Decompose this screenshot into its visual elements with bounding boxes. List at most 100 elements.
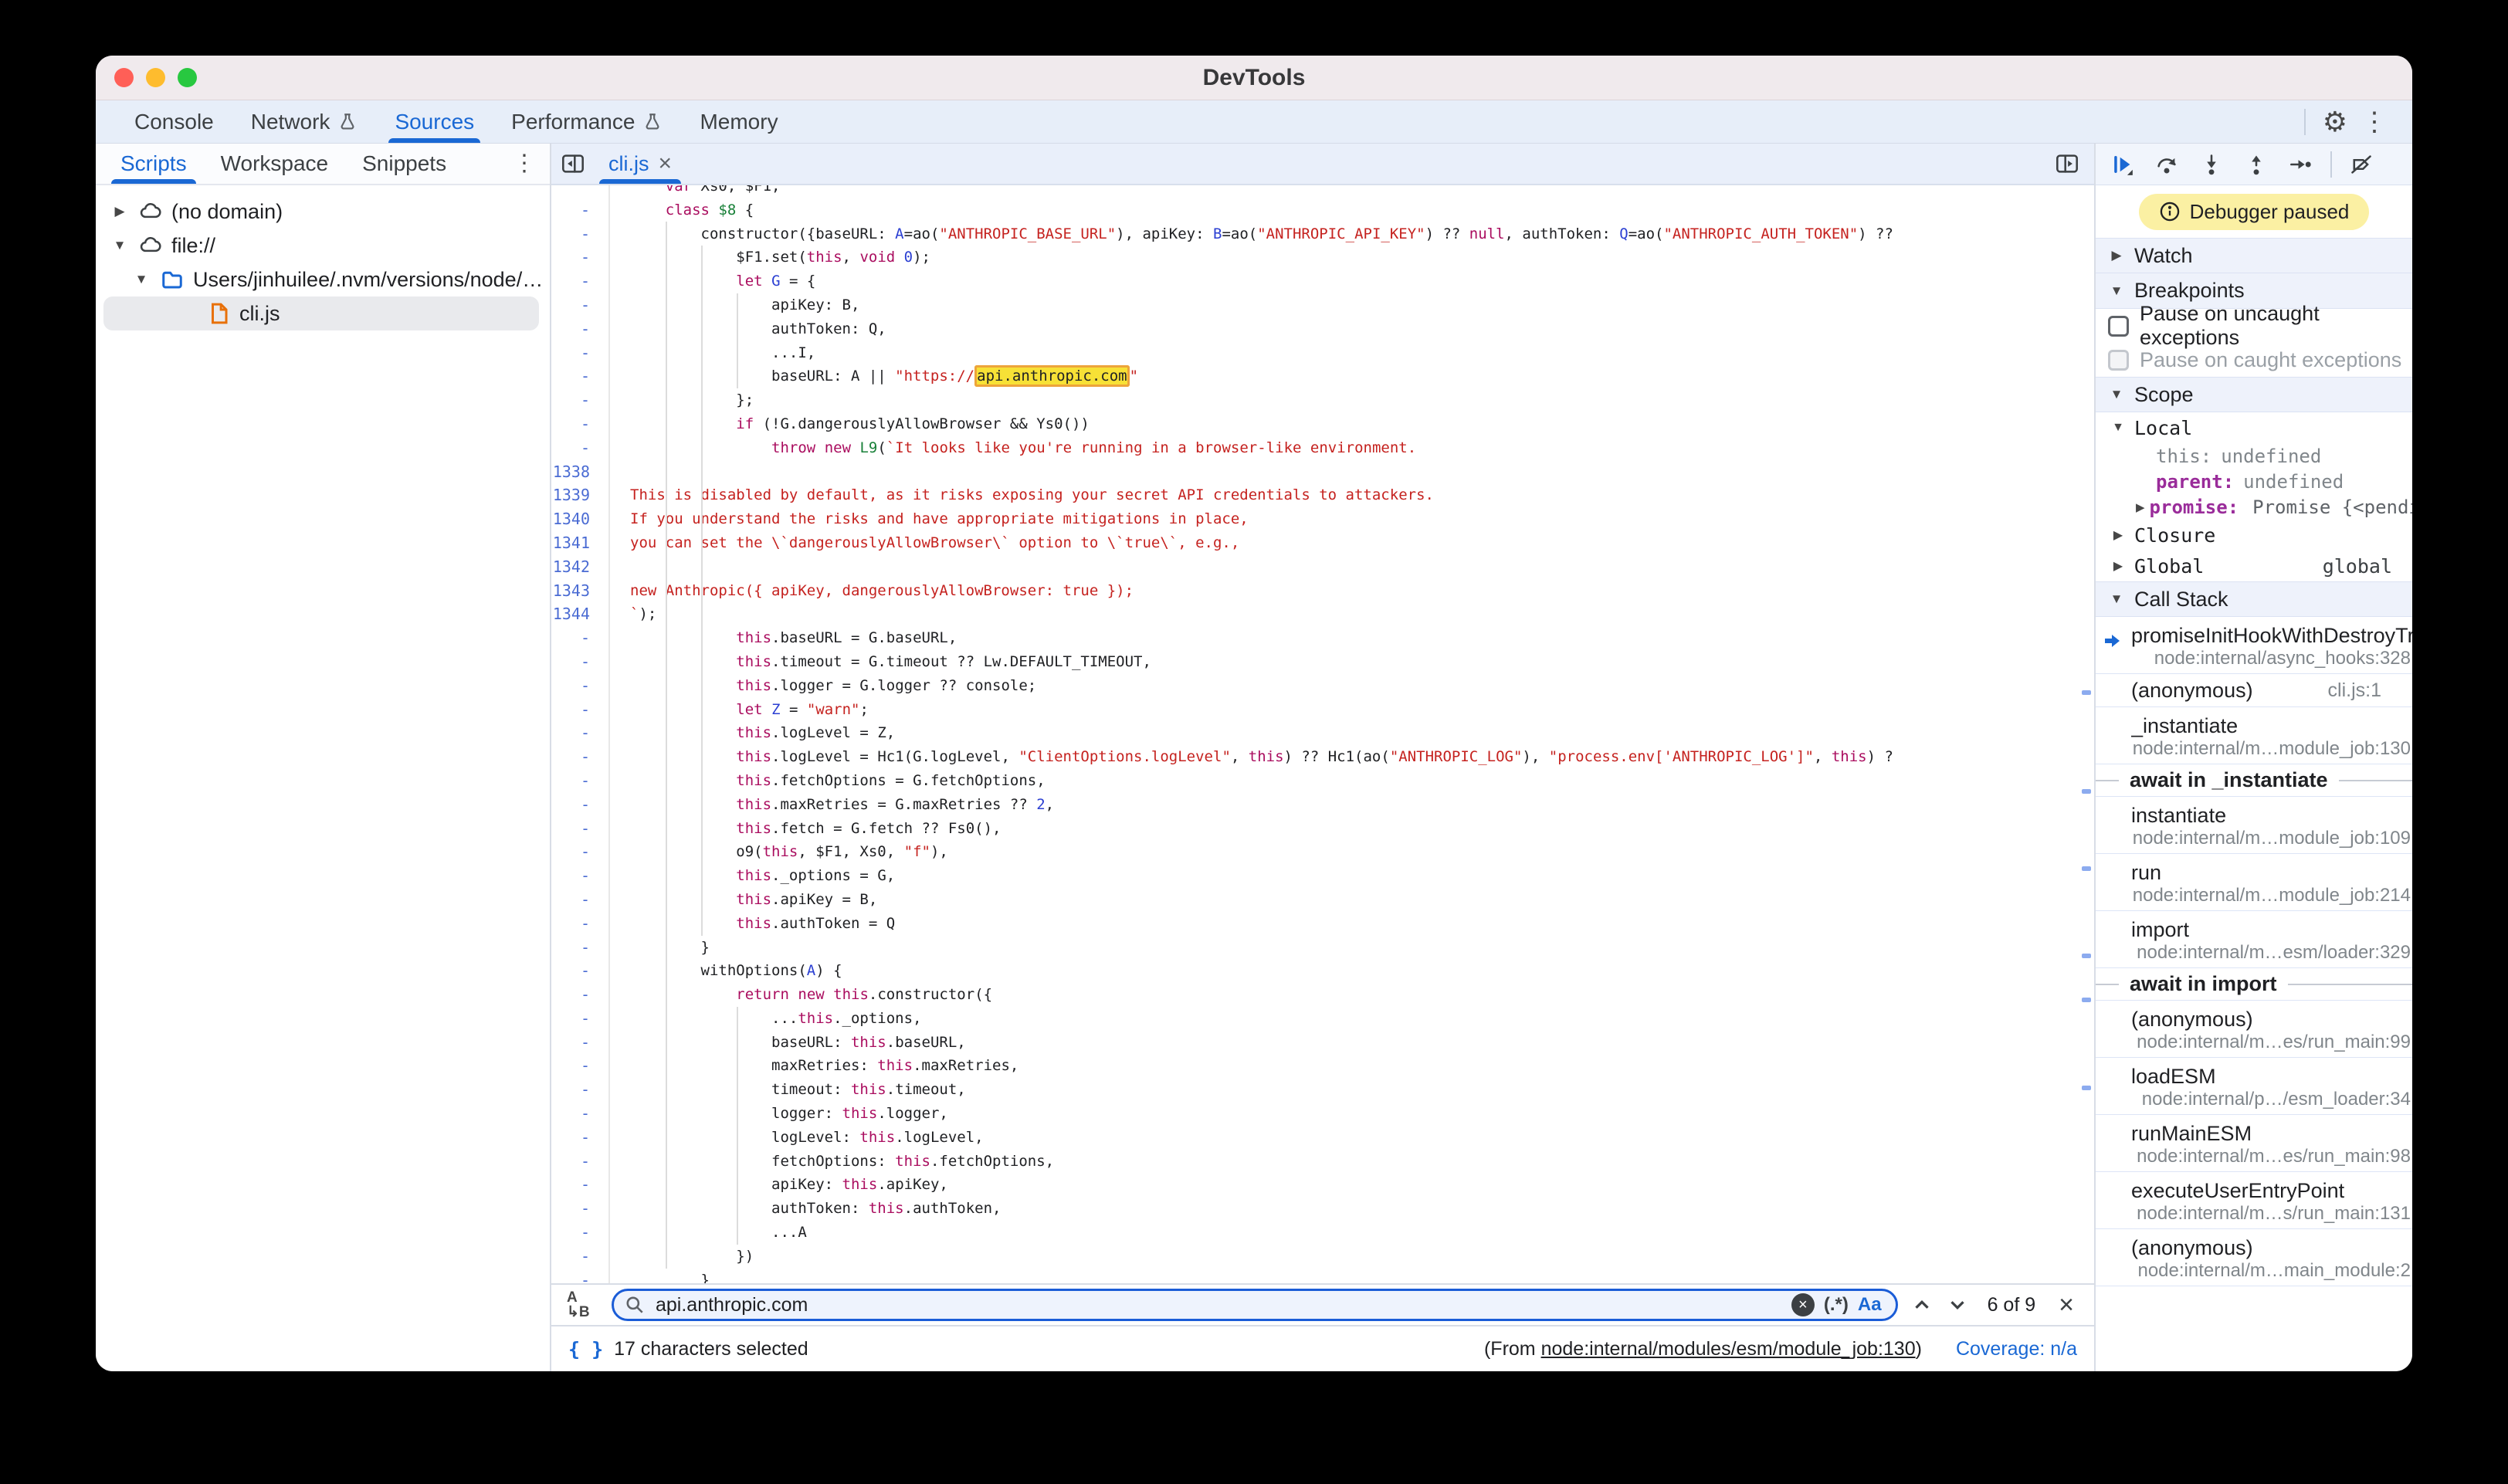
previous-match-icon[interactable] (1910, 1293, 1934, 1316)
tab-memory[interactable]: Memory (681, 100, 796, 143)
line-gutter[interactable]: 1342 (551, 555, 610, 579)
chevron-down-icon[interactable]: ▼ (110, 238, 130, 253)
breakpoint-option[interactable]: Pause on caught exceptions (2096, 343, 2412, 377)
callstack-frame[interactable]: importnode:internal/m…esm/loader:329 (2096, 911, 2412, 968)
step-into-button[interactable] (2191, 147, 2232, 181)
code-line[interactable]: 1342 (551, 555, 2094, 579)
code-line[interactable]: - logger: this.logger, (551, 1102, 2094, 1126)
code-line[interactable]: - ...this._options, (551, 1007, 2094, 1031)
code-line[interactable]: - this.logLevel = Hc1(G.logLevel, "Clien… (551, 745, 2094, 769)
main-menu-kebab-icon[interactable]: ⋮ (2354, 109, 2395, 135)
line-gutter[interactable]: - (551, 317, 610, 341)
code-line[interactable]: 1340If you understand the risks and have… (551, 507, 2094, 531)
code-line[interactable]: var Xs0, $F1; (551, 185, 2094, 198)
tab-console[interactable]: Console (116, 100, 232, 143)
line-gutter[interactable]: - (551, 1007, 610, 1031)
callstack-frame[interactable]: (anonymous)node:internal/m…main_module:2 (2096, 1229, 2412, 1286)
scope-property-this[interactable]: this:undefined (2096, 443, 2412, 469)
resume-script-button[interactable] (2102, 147, 2142, 181)
line-gutter[interactable]: - (551, 912, 610, 936)
callstack-frame[interactable]: promiseInitHookWithDestroyTr…node:intern… (2096, 617, 2412, 674)
code-line[interactable]: - apiKey: this.apiKey, (551, 1173, 2094, 1197)
line-gutter[interactable]: 1338 (551, 460, 610, 484)
watch-section-header[interactable]: ▶ Watch (2096, 238, 2412, 273)
line-gutter[interactable] (551, 185, 610, 198)
editor-tab-clijs[interactable]: cli.js × (595, 144, 686, 184)
toggle-debugger-sidebar-icon[interactable] (2051, 152, 2094, 175)
search-field[interactable]: × (.*) Aa (612, 1289, 1898, 1321)
callstack-frame[interactable]: runnode:internal/m…module_job:214 (2096, 854, 2412, 911)
code-line[interactable]: - $F1.set(this, void 0); (551, 246, 2094, 269)
callstack-frame[interactable]: runMainESMnode:internal/m…es/run_main:98 (2096, 1115, 2412, 1172)
code-line[interactable]: - } (551, 1269, 2094, 1283)
code-line[interactable]: - fetchOptions: this.fetchOptions, (551, 1150, 2094, 1174)
line-gutter[interactable]: 1341 (551, 531, 610, 555)
settings-gear-icon[interactable]: ⚙ (2323, 108, 2347, 136)
step-button[interactable] (2281, 147, 2321, 181)
line-gutter[interactable]: 1339 (551, 483, 610, 507)
code-line[interactable]: - withOptions(A) { (551, 959, 2094, 983)
code-line[interactable]: - apiKey: B, (551, 293, 2094, 317)
line-gutter[interactable]: 1344 (551, 602, 610, 626)
line-gutter[interactable]: - (551, 293, 610, 317)
line-gutter[interactable]: - (551, 246, 610, 269)
line-gutter[interactable]: - (551, 1031, 610, 1055)
scope-group-global[interactable]: ▶Globalglobal (2096, 551, 2412, 581)
line-gutter[interactable]: - (551, 388, 610, 412)
step-over-button[interactable] (2147, 147, 2187, 181)
step-out-button[interactable] (2236, 147, 2276, 181)
code-line[interactable]: - class $8 { (551, 198, 2094, 222)
code-line[interactable]: - baseURL: A || "https://api.anthropic.c… (551, 364, 2094, 388)
line-gutter[interactable]: - (551, 864, 610, 888)
source-origin-link[interactable]: node:internal/modules/esm/module_job:130 (1541, 1338, 1916, 1360)
callstack-frame[interactable]: executeUserEntryPointnode:internal/m…s/r… (2096, 1172, 2412, 1229)
code-line[interactable]: - logLevel: this.logLevel, (551, 1126, 2094, 1150)
line-gutter[interactable]: - (551, 1150, 610, 1174)
chevron-down-icon[interactable]: ▼ (131, 272, 151, 287)
code-line[interactable]: - } (551, 936, 2094, 960)
line-gutter[interactable]: - (551, 1221, 610, 1245)
code-line[interactable]: - o9(this, $F1, Xs0, "f"), (551, 840, 2094, 864)
code-line[interactable]: - timeout: this.timeout, (551, 1078, 2094, 1102)
line-gutter[interactable]: - (551, 959, 610, 983)
tab-performance[interactable]: Performance (493, 100, 681, 143)
navigator-tab-snippets[interactable]: Snippets (345, 144, 463, 184)
line-gutter[interactable]: - (551, 769, 610, 793)
code-line[interactable]: - this.timeout = G.timeout ?? Lw.DEFAULT… (551, 650, 2094, 674)
line-gutter[interactable]: - (551, 650, 610, 674)
code-line[interactable]: - ...A (551, 1221, 2094, 1245)
code-line[interactable]: - this.fetchOptions = G.fetchOptions, (551, 769, 2094, 793)
navigator-tab-workspace[interactable]: Workspace (204, 144, 346, 184)
code-line[interactable]: 1339This is disabled by default, as it r… (551, 483, 2094, 507)
callstack-frame[interactable]: (anonymous)cli.js:1 (2096, 674, 2412, 707)
line-gutter[interactable]: - (551, 840, 610, 864)
code-line[interactable]: - baseURL: this.baseURL, (551, 1031, 2094, 1055)
call-stack-section-header[interactable]: ▼ Call Stack (2096, 581, 2412, 617)
line-gutter[interactable]: 1340 (551, 507, 610, 531)
line-gutter[interactable]: - (551, 888, 610, 912)
scope-property-parent[interactable]: parent:undefined (2096, 469, 2412, 494)
search-input[interactable] (654, 1293, 1782, 1317)
line-gutter[interactable]: - (551, 222, 610, 246)
code-line[interactable]: - this.baseURL = G.baseURL, (551, 626, 2094, 650)
line-gutter[interactable]: - (551, 793, 610, 817)
hide-navigator-icon[interactable] (551, 152, 595, 175)
code-line[interactable]: - this.logger = G.logger ?? console; (551, 674, 2094, 698)
close-find-bar-icon[interactable]: × (2054, 1290, 2079, 1320)
code-line[interactable]: - this.maxRetries = G.maxRetries ?? 2, (551, 793, 2094, 817)
code-line[interactable]: - return new this.constructor({ (551, 983, 2094, 1007)
code-line[interactable]: 1344`); (551, 602, 2094, 626)
tree-item-cli-js[interactable]: cli.js (103, 296, 539, 330)
code-line[interactable]: - if (!G.dangerouslyAllowBrowser && Ys0(… (551, 412, 2094, 436)
line-gutter[interactable]: - (551, 1245, 610, 1269)
line-gutter[interactable]: - (551, 436, 610, 460)
line-gutter[interactable]: - (551, 936, 610, 960)
tab-network[interactable]: Network (232, 100, 377, 143)
scope-group-local[interactable]: ▼Local (2096, 412, 2412, 443)
code-line[interactable]: - this.fetch = G.fetch ?? Fs0(), (551, 817, 2094, 841)
tab-sources[interactable]: Sources (376, 100, 493, 143)
code-editor[interactable]: var Xs0, $F1;- class $8 {- constructor({… (551, 185, 2094, 1283)
callstack-frame[interactable]: _instantiatenode:internal/m…module_job:1… (2096, 707, 2412, 764)
line-gutter[interactable]: - (551, 364, 610, 388)
chevron-right-icon[interactable]: ▶ (110, 204, 130, 219)
